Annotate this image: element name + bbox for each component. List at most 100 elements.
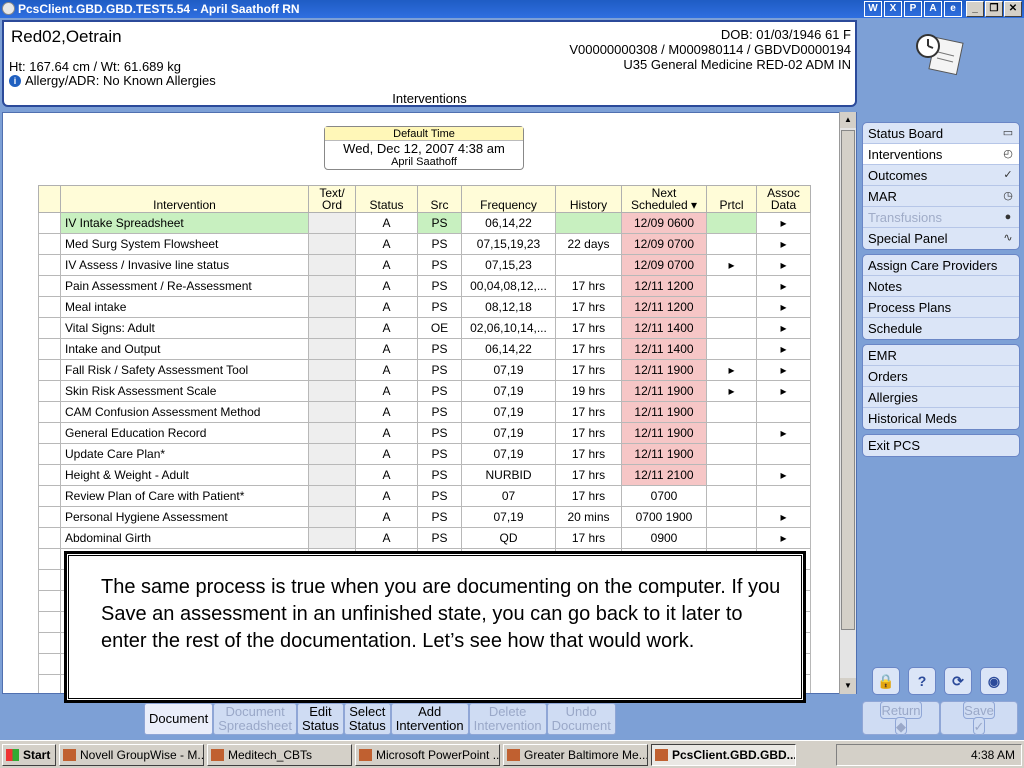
- row-select-cell[interactable]: [38, 443, 61, 465]
- cell-status[interactable]: A: [355, 359, 418, 381]
- cell-prtcl[interactable]: ▸: [706, 380, 757, 402]
- powerpoint-icon[interactable]: P: [904, 1, 922, 17]
- cell-prtcl[interactable]: [706, 212, 757, 234]
- table-row[interactable]: Update Care Plan* A PS 07,19 17 hrs 12/11 190…: [38, 443, 811, 465]
- word-icon[interactable]: W: [864, 1, 882, 17]
- table-row[interactable]: IV Intake Spreadsheet A PS 06,14,22 12/09 06…: [38, 212, 811, 234]
- cell-history[interactable]: 17 hrs: [555, 359, 622, 381]
- document-spreadsheet-button[interactable]: Document Spreadsheet: [213, 703, 297, 735]
- cell-frequency[interactable]: 07,19: [461, 359, 556, 381]
- cell-next-scheduled[interactable]: 0700 1900: [621, 506, 707, 528]
- cell-prtcl[interactable]: ▸: [706, 359, 757, 381]
- nav-item-interventions[interactable]: Interventions ◴: [863, 144, 1019, 165]
- cell-assoc-data[interactable]: ▸: [756, 359, 811, 381]
- cell-text-ord[interactable]: [308, 380, 356, 402]
- cell-assoc-data[interactable]: ▸: [756, 212, 811, 234]
- cell-history[interactable]: 17 hrs: [555, 275, 622, 297]
- cell-next-scheduled[interactable]: 12/11 1900: [621, 401, 707, 423]
- cell-next-scheduled[interactable]: 12/11 1200: [621, 275, 707, 297]
- cell-intervention[interactable]: Skin Risk Assessment Scale: [60, 380, 309, 402]
- column-header-src[interactable]: Src: [417, 185, 462, 213]
- nav-item-historical-meds[interactable]: Historical Meds: [863, 408, 1019, 429]
- help-icon[interactable]: ?: [908, 667, 936, 695]
- row-select-cell[interactable]: [38, 212, 61, 234]
- cell-status[interactable]: A: [355, 401, 418, 423]
- cell-status[interactable]: A: [355, 464, 418, 486]
- cell-history[interactable]: 17 hrs: [555, 338, 622, 360]
- cell-status[interactable]: A: [355, 212, 418, 234]
- cell-next-scheduled[interactable]: 12/09 0700: [621, 254, 707, 276]
- cell-intervention[interactable]: Update Care Plan*: [60, 443, 309, 465]
- cell-intervention[interactable]: Personal Hygiene Assessment: [60, 506, 309, 528]
- cell-text-ord[interactable]: [308, 212, 356, 234]
- cell-text-ord[interactable]: [308, 359, 356, 381]
- select-status-button[interactable]: Select Status: [343, 703, 391, 735]
- row-select-cell[interactable]: [38, 506, 61, 528]
- table-row[interactable]: Meal intake A PS 08,12,18 17 hrs 12/11 1200 ▸: [38, 296, 811, 318]
- cell-assoc-data[interactable]: ▸: [756, 380, 811, 402]
- cell-text-ord[interactable]: [308, 422, 356, 444]
- cell-assoc-data[interactable]: ▸: [756, 275, 811, 297]
- table-row[interactable]: CAM Confusion Assessment Method A PS 07,19 1…: [38, 401, 811, 423]
- cell-assoc-data[interactable]: ▸: [756, 296, 811, 318]
- nav-item-orders[interactable]: Orders: [863, 366, 1019, 387]
- cell-history[interactable]: 17 hrs: [555, 296, 622, 318]
- cell-intervention[interactable]: IV Assess / Invasive line status: [60, 254, 309, 276]
- cell-prtcl[interactable]: [706, 401, 757, 423]
- taskbar-task[interactable]: Meditech_CBTs: [207, 743, 352, 766]
- cell-assoc-data[interactable]: ▸: [756, 422, 811, 444]
- row-select-cell[interactable]: [38, 296, 61, 318]
- cell-next-scheduled[interactable]: 12/11 1900: [621, 443, 707, 465]
- table-row[interactable]: Fall Risk / Safety Assessment Tool A PS 07,…: [38, 359, 811, 381]
- cell-status[interactable]: A: [355, 380, 418, 402]
- cell-prtcl[interactable]: [706, 506, 757, 528]
- cell-history[interactable]: 17 hrs: [555, 401, 622, 423]
- cell-assoc-data[interactable]: ▸: [756, 464, 811, 486]
- cell-history[interactable]: 17 hrs: [555, 527, 622, 549]
- cell-frequency[interactable]: 07,19: [461, 443, 556, 465]
- cell-intervention[interactable]: General Education Record: [60, 422, 309, 444]
- cell-prtcl[interactable]: [706, 443, 757, 465]
- cell-assoc-data[interactable]: ▸: [756, 254, 811, 276]
- cell-status[interactable]: A: [355, 485, 418, 507]
- cell-src[interactable]: PS: [417, 296, 462, 318]
- cell-src[interactable]: PS: [417, 464, 462, 486]
- cell-frequency[interactable]: 00,04,08,12,...: [461, 275, 556, 297]
- cell-text-ord[interactable]: [308, 338, 356, 360]
- table-row[interactable]: Abdominal Girth A PS QD 17 hrs 0900 ▸: [38, 527, 811, 549]
- nav-item-notes[interactable]: Notes: [863, 276, 1019, 297]
- minimize-button[interactable]: _: [966, 1, 984, 17]
- cell-prtcl[interactable]: [706, 338, 757, 360]
- cell-src[interactable]: PS: [417, 506, 462, 528]
- cell-frequency[interactable]: 07,19: [461, 401, 556, 423]
- document-button[interactable]: Document: [144, 703, 214, 735]
- cell-history[interactable]: 17 hrs: [555, 422, 622, 444]
- cell-status[interactable]: A: [355, 317, 418, 339]
- cell-text-ord[interactable]: [308, 401, 356, 423]
- close-button[interactable]: ✕: [1004, 1, 1022, 17]
- cell-text-ord[interactable]: [308, 254, 356, 276]
- cell-status[interactable]: A: [355, 506, 418, 528]
- nav-item-allergies[interactable]: Allergies: [863, 387, 1019, 408]
- add-intervention-button[interactable]: Add Intervention: [390, 703, 469, 735]
- row-select-cell[interactable]: [38, 401, 61, 423]
- access-icon[interactable]: A: [924, 1, 942, 17]
- table-row[interactable]: Pain Assessment / Re-Assessment A PS 00,04,…: [38, 275, 811, 297]
- cell-status[interactable]: A: [355, 443, 418, 465]
- row-select-cell[interactable]: [38, 233, 61, 255]
- info-icon[interactable]: i: [9, 74, 21, 87]
- cell-intervention[interactable]: Vital Signs: Adult: [60, 317, 309, 339]
- cell-history[interactable]: 20 mins: [555, 506, 622, 528]
- cell-next-scheduled[interactable]: 12/09 0700: [621, 233, 707, 255]
- cell-frequency[interactable]: 07,15,23: [461, 254, 556, 276]
- browser-icon[interactable]: e: [944, 1, 962, 17]
- cell-text-ord[interactable]: [308, 527, 356, 549]
- cell-prtcl[interactable]: [706, 485, 757, 507]
- cell-assoc-data[interactable]: [756, 485, 811, 507]
- nav-item-process-plans[interactable]: Process Plans: [863, 297, 1019, 318]
- row-select-cell[interactable]: [38, 317, 61, 339]
- table-row[interactable]: Vital Signs: Adult A OE 02,06,10,14,... 17 h…: [38, 317, 811, 339]
- cell-prtcl[interactable]: [706, 422, 757, 444]
- cell-src[interactable]: PS: [417, 359, 462, 381]
- cell-next-scheduled[interactable]: 0700: [621, 485, 707, 507]
